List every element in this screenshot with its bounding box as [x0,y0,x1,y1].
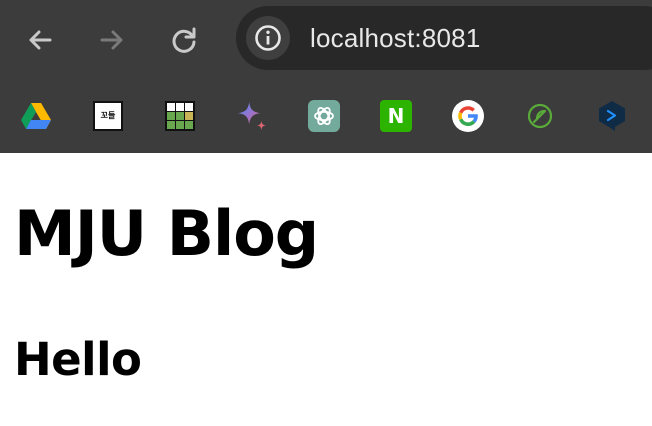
browser-toolbar: localhost:8081 [0,0,652,78]
page-content: MJU Blog Hello [0,153,652,426]
deepl-icon [599,101,625,131]
bookmarks-bar: 꼬들 N [0,88,652,144]
leaf-icon [527,103,553,129]
bookmark-google[interactable] [452,100,484,132]
bookmark-google-drive[interactable] [20,100,52,132]
bookmark-kkodeul[interactable]: 꼬들 [92,100,124,132]
google-icon [452,100,484,132]
bookmark-gemini[interactable] [236,100,268,132]
info-icon [255,25,281,51]
chatgpt-icon [308,100,340,132]
reload-button[interactable] [164,20,204,60]
bookmark-chatgpt[interactable] [308,100,340,132]
back-button[interactable] [20,20,60,60]
page-subtitle: Hello [14,333,142,386]
bookmark-naver[interactable]: N [380,100,412,132]
site-info-button[interactable] [246,16,290,60]
gemini-icon [237,101,267,131]
kkodeul-icon: 꼬들 [93,101,123,131]
browser-chrome: localhost:8081 꼬들 N [0,0,652,153]
grid-game-icon [165,101,195,131]
address-bar[interactable]: localhost:8081 [236,6,652,70]
naver-label: N [387,104,405,128]
kkodeul-label: 꼬들 [100,111,116,120]
google-drive-icon [21,103,51,129]
reload-icon [172,27,196,53]
naver-icon: N [380,100,412,132]
page-title: MJU Blog [14,197,319,270]
arrow-left-icon [29,30,52,50]
arrow-right-icon [100,30,123,50]
bookmark-deepl[interactable] [596,100,628,132]
bookmark-grid-game[interactable] [164,100,196,132]
url-text[interactable]: localhost:8081 [310,22,480,54]
forward-button[interactable] [92,20,132,60]
bookmark-leaf[interactable] [524,100,556,132]
